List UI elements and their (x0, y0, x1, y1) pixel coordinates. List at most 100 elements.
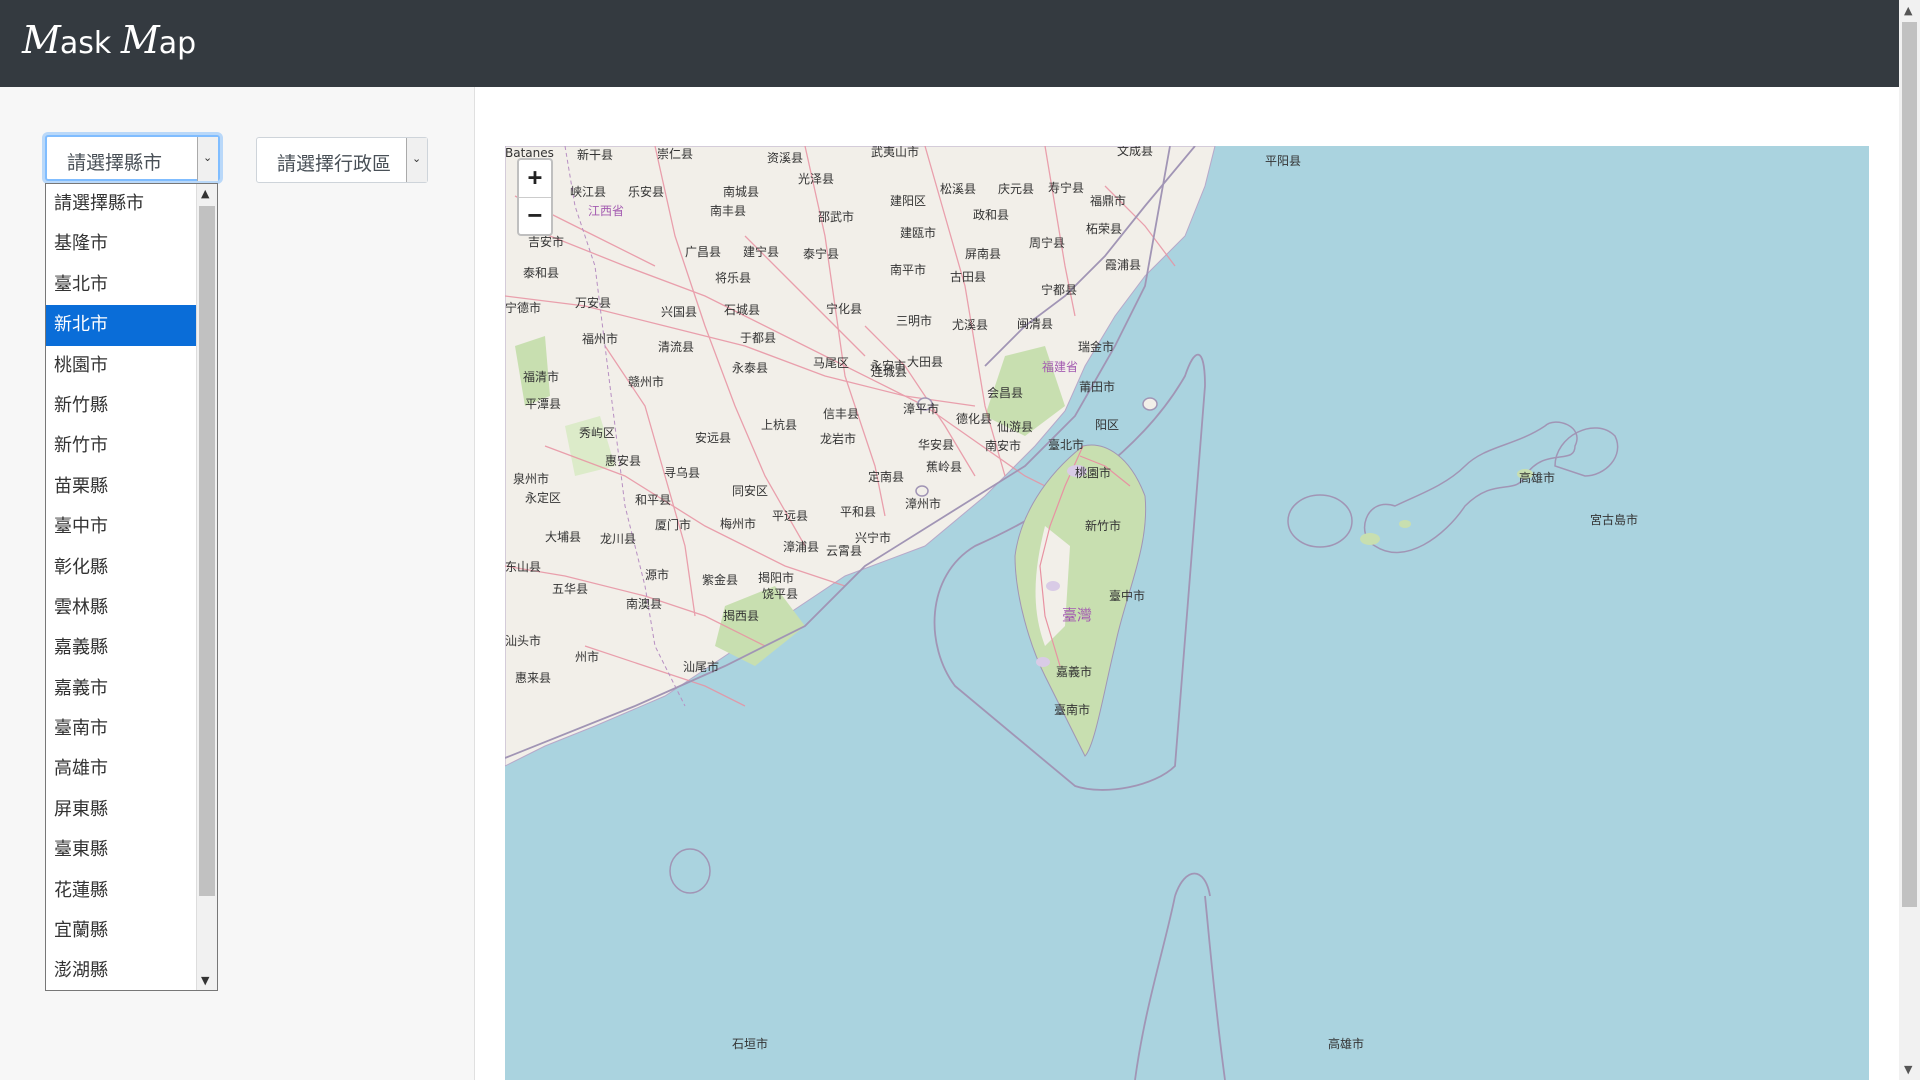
county-option[interactable]: 宜蘭縣 (46, 911, 197, 951)
county-option[interactable]: 雲林縣 (46, 588, 197, 628)
county-option[interactable]: 基隆市 (46, 224, 197, 264)
brand-logo[interactable]: Mask Map (22, 18, 196, 62)
map-place-label: 永定区 (525, 491, 562, 505)
map-place-label: 石垣市 (732, 1037, 769, 1051)
zoom-out-button[interactable]: − (519, 198, 551, 235)
map-place-label: 揭西县 (723, 609, 760, 623)
map-place-label: 平阳县 (1265, 154, 1302, 168)
map[interactable]: 新干县 崇仁县 资溪县 武夷山市 文成县 平阳县 光泽县 峡江县 乐安县 南城县 松溪县 庆元县 寿宁县… (505, 146, 1869, 1080)
map-place-label: 定南县 (868, 470, 905, 484)
chevron-down-icon[interactable]: ⌄ (406, 138, 427, 182)
map-place-label: 新干县 (577, 148, 614, 162)
map-place-label: 漳州市 (905, 497, 942, 511)
map-place-label: 华安县 (918, 438, 955, 452)
map-place-label: 惠来县 (515, 671, 552, 685)
county-select-value: 請選擇縣市 (67, 152, 163, 174)
map-tiles (505, 146, 1619, 1080)
county-option[interactable]: 苗栗縣 (46, 467, 197, 507)
map-place-label: 泰和县 (523, 266, 560, 280)
map-place-label: 宁都县 (1041, 283, 1078, 297)
map-place-label: 揭阳市 (758, 571, 795, 585)
map-place-label: 饶平县 (762, 587, 799, 601)
map-place-label: 宮古島市 (1590, 513, 1639, 527)
map-place-label: 松溪县 (940, 182, 977, 196)
map-place-label: 梅州市 (720, 517, 757, 531)
map-place-label: 会昌县 (987, 386, 1024, 400)
dropdown-scroll-thumb[interactable] (199, 206, 215, 896)
county-dropdown-list: 請選擇縣市 基隆市 臺北市 新北市 桃園市 新竹縣 新竹市 苗栗縣 臺中市 彰化縣 雲林縣 嘉義縣 嘉義… (45, 183, 218, 991)
county-option[interactable]: 臺東縣 (46, 830, 197, 870)
map-place-label: 厦门市 (655, 518, 692, 532)
page-scroll-thumb[interactable] (1902, 22, 1917, 907)
map-place-label: 五华县 (552, 582, 589, 596)
map-place-label: 万安县 (575, 296, 612, 310)
map-place-label: 永安市 (870, 359, 907, 373)
map-place-label: 漳浦县 (783, 540, 820, 554)
map-place-label: 臺北市 (1048, 438, 1085, 452)
map-place-label: 福州市 (582, 332, 619, 346)
scroll-down-icon[interactable]: ▼ (1904, 1063, 1912, 1076)
district-select-value: 請選擇行政區 (277, 153, 392, 175)
map-place-label: 信丰县 (823, 407, 860, 421)
county-option[interactable]: 臺南市 (46, 709, 197, 749)
map-place-label: 古田县 (950, 270, 987, 284)
county-select[interactable]: 請選擇縣市 ⌄ (45, 135, 220, 181)
scroll-down-icon[interactable]: ▼ (201, 974, 209, 987)
map-place-label: 平潭县 (525, 397, 562, 411)
county-option[interactable]: 嘉義市 (46, 669, 197, 709)
map-place-label: 东山县 (505, 560, 542, 574)
map-place-label: 仙游县 (997, 420, 1034, 434)
map-place-label: 秀屿区 (579, 426, 616, 440)
zoom-in-button[interactable]: + (519, 160, 551, 198)
county-option[interactable]: 彰化縣 (46, 548, 197, 588)
map-place-label: 上杭县 (761, 418, 798, 432)
map-place-label: 莆田市 (1079, 380, 1116, 394)
county-option[interactable]: 臺北市 (46, 265, 197, 305)
county-option[interactable]: 花蓮縣 (46, 871, 197, 911)
county-option[interactable]: 澎湖縣 (46, 951, 197, 990)
map-place-label: 云霄县 (826, 544, 863, 558)
county-option[interactable]: 請選擇縣市 (46, 184, 197, 224)
map-place-label: 广昌县 (685, 245, 722, 259)
map-place-label: 阳区 (1095, 418, 1120, 432)
map-place-label: 南丰县 (710, 204, 747, 218)
scroll-up-icon[interactable]: ▲ (201, 187, 209, 200)
map-place-label: 平和县 (840, 505, 877, 519)
map-place-label: 永泰县 (732, 361, 769, 375)
map-place-label: 福清市 (523, 370, 560, 384)
county-option[interactable]: 屏東縣 (46, 790, 197, 830)
map-place-label: 资溪县 (767, 151, 804, 165)
page-scrollbar[interactable]: ▲ ▼ (1899, 0, 1920, 1080)
map-place-label: 建宁县 (743, 245, 780, 259)
map-place-label: 同安区 (732, 484, 769, 498)
map-place-label: 霞浦县 (1105, 258, 1142, 272)
map-place-label: 闽清县 (1017, 317, 1054, 331)
map-place-label: 峡江县 (570, 185, 607, 199)
county-option[interactable]: 新竹市 (46, 426, 197, 466)
map-place-label: 州市 (575, 650, 600, 664)
map-place-label: 乐安县 (628, 185, 665, 199)
county-option[interactable]: 新北市 (46, 305, 197, 346)
map-place-label: 汕头市 (505, 634, 542, 648)
map-place-label: 臺灣 (1062, 606, 1093, 624)
map-place-label: 桃園市 (1075, 466, 1112, 480)
map-place-label: 崇仁县 (657, 147, 694, 161)
county-option[interactable]: 新竹縣 (46, 386, 197, 426)
county-option[interactable]: 桃園市 (46, 346, 197, 386)
map-place-label: 大埔县 (545, 530, 582, 544)
map-place-label: 惠安县 (605, 454, 642, 468)
map-place-label: 大田县 (907, 355, 944, 369)
county-option[interactable]: 高雄市 (46, 749, 197, 789)
map-place-label: 和平县 (635, 493, 672, 507)
map-place-label: 蕉岭县 (926, 460, 963, 474)
chevron-down-icon[interactable]: ⌄ (197, 137, 218, 181)
map-place-label: 柘荣县 (1086, 222, 1123, 236)
scroll-up-icon[interactable]: ▲ (1904, 4, 1912, 17)
county-option[interactable]: 臺中市 (46, 507, 197, 547)
district-select[interactable]: 請選擇行政區 ⌄ (256, 137, 428, 183)
map-place-label: 紫金县 (702, 573, 739, 587)
map-place-label: 武夷山市 (871, 146, 920, 159)
county-option[interactable]: 嘉義縣 (46, 628, 197, 668)
map-place-label: 漳平市 (903, 402, 940, 416)
dropdown-scrollbar[interactable]: ▲ ▼ (196, 184, 217, 990)
